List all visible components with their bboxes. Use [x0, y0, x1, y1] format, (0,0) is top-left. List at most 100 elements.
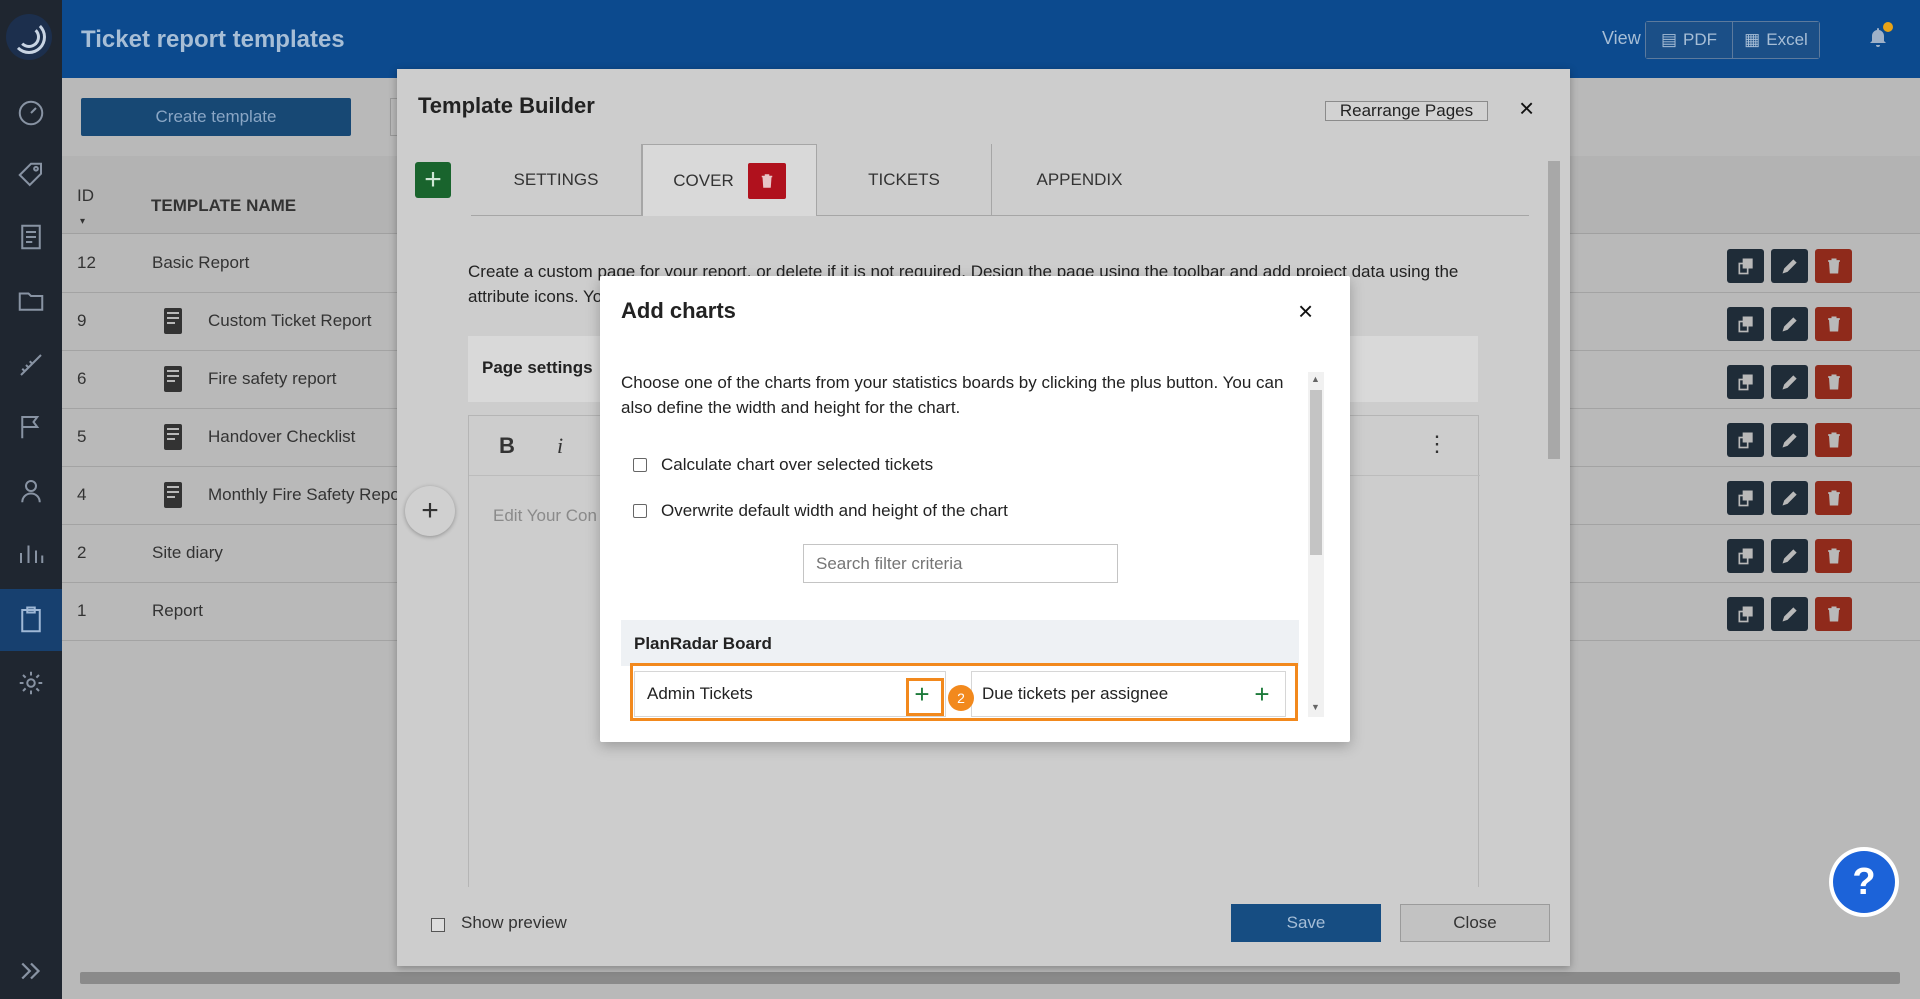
trash-icon[interactable]	[1815, 423, 1852, 457]
scroll-up-icon[interactable]: ▲	[1311, 374, 1320, 384]
copy-icon[interactable]	[1727, 365, 1764, 399]
builder-footer: Show preview Save Close	[397, 887, 1570, 966]
ruler-icon[interactable]	[12, 346, 50, 384]
builder-scrollbar[interactable]	[1547, 149, 1561, 887]
save-button[interactable]: Save	[1231, 904, 1381, 942]
export-pdf-label: PDF	[1683, 30, 1718, 49]
tab-settings[interactable]: SETTINGS	[471, 144, 642, 216]
chart-icon[interactable]	[12, 534, 50, 572]
copy-icon[interactable]	[1727, 423, 1764, 457]
help-button[interactable]: ?	[1833, 851, 1895, 913]
edit-icon[interactable]	[1771, 423, 1808, 457]
scroll-down-icon[interactable]: ▼	[1311, 702, 1320, 712]
sidebar	[0, 0, 62, 999]
create-template-button[interactable]: Create template	[81, 98, 351, 136]
document-icon	[162, 365, 184, 393]
document-icon	[162, 481, 184, 509]
row-name: Monthly Fire Safety Repo	[208, 485, 400, 504]
overwrite-label: Overwrite default width and height of th…	[661, 501, 1008, 520]
board-header: PlanRadar Board	[621, 620, 1299, 666]
edit-icon[interactable]	[1771, 365, 1808, 399]
search-input[interactable]	[803, 544, 1118, 583]
add-element-button[interactable]: +	[405, 486, 455, 536]
plus-icon: +	[424, 163, 442, 196]
copy-icon[interactable]	[1727, 539, 1764, 573]
trash-icon[interactable]	[1815, 481, 1852, 515]
copy-icon[interactable]	[1727, 249, 1764, 283]
plus-highlight-box	[906, 678, 944, 716]
export-group: ▤ PDF ▦ Excel	[1645, 21, 1820, 59]
report-icon[interactable]	[12, 218, 50, 256]
row-name: Custom Ticket Report	[208, 311, 372, 330]
trash-icon[interactable]	[1815, 539, 1852, 573]
row-actions	[1727, 307, 1852, 341]
show-preview-label: Show preview	[461, 913, 567, 932]
scroll-thumb[interactable]	[1548, 161, 1560, 459]
tab-tickets[interactable]: TICKETS	[817, 144, 992, 216]
close-icon[interactable]: ×	[1298, 296, 1313, 327]
builder-tabs: SETTINGS COVER TICKETS APPENDIX	[471, 144, 1529, 216]
row-id: 9	[77, 311, 87, 330]
close-button[interactable]: Close	[1400, 904, 1550, 942]
user-icon[interactable]	[12, 472, 50, 510]
row-actions	[1727, 539, 1852, 573]
trash-icon[interactable]	[1815, 249, 1852, 283]
folder-icon[interactable]	[12, 282, 50, 320]
document-icon	[162, 307, 184, 335]
column-id-header[interactable]: ID	[77, 186, 94, 206]
tag-icon[interactable]	[12, 156, 50, 194]
edit-icon[interactable]	[1771, 539, 1808, 573]
copy-icon[interactable]	[1727, 597, 1764, 631]
rearrange-pages-button[interactable]: Rearrange Pages	[1325, 101, 1488, 121]
trash-icon[interactable]	[1815, 365, 1852, 399]
edit-icon[interactable]	[1771, 597, 1808, 631]
overwrite-option[interactable]: Overwrite default width and height of th…	[633, 501, 1008, 521]
overwrite-checkbox[interactable]	[633, 504, 647, 518]
add-page-button[interactable]: +	[415, 162, 451, 198]
more-options-icon[interactable]: ⋮	[1426, 431, 1448, 457]
step-badge: 2	[948, 685, 974, 711]
show-preview-checkbox[interactable]	[431, 918, 445, 932]
export-excel-label: Excel	[1766, 30, 1808, 49]
page-settings-label: Page settings	[482, 358, 593, 377]
export-excel-button[interactable]: ▦ Excel	[1732, 22, 1819, 58]
add-charts-modal: Add charts × Choose one of the charts fr…	[600, 276, 1350, 742]
calculate-option[interactable]: Calculate chart over selected tickets	[633, 455, 933, 475]
copy-icon[interactable]	[1727, 481, 1764, 515]
editor-placeholder: Edit Your Con	[493, 506, 597, 525]
row-id: 2	[77, 543, 87, 562]
trash-icon[interactable]	[1815, 307, 1852, 341]
row-id: 6	[77, 369, 87, 388]
logo-icon[interactable]	[6, 14, 52, 60]
close-icon[interactable]: ×	[1519, 93, 1539, 123]
row-id: 4	[77, 485, 87, 504]
plus-icon: +	[421, 494, 439, 527]
scroll-thumb[interactable]	[1310, 390, 1322, 555]
column-name-header[interactable]: TEMPLATE NAME	[151, 196, 296, 216]
flag-icon[interactable]	[12, 408, 50, 446]
bold-button[interactable]: B	[499, 433, 515, 459]
tab-appendix[interactable]: APPENDIX	[992, 144, 1167, 216]
trash-icon[interactable]	[1815, 597, 1852, 631]
clipboard-icon[interactable]	[12, 601, 50, 639]
copy-icon[interactable]	[1727, 307, 1764, 341]
settings-icon[interactable]	[12, 664, 50, 702]
modal-scrollbar[interactable]: ▲ ▼	[1308, 372, 1324, 717]
row-name: Basic Report	[152, 253, 250, 272]
row-name: Fire safety report	[208, 369, 337, 388]
expand-icon[interactable]	[12, 952, 50, 990]
export-pdf-button[interactable]: ▤ PDF	[1646, 22, 1732, 58]
sort-down-icon[interactable]: ▾	[80, 216, 85, 227]
edit-icon[interactable]	[1771, 307, 1808, 341]
italic-button[interactable]: i	[557, 433, 563, 459]
tab-cover[interactable]: COVER	[642, 144, 817, 216]
edit-icon[interactable]	[1771, 481, 1808, 515]
calculate-checkbox[interactable]	[633, 458, 647, 472]
board-name: PlanRadar Board	[634, 634, 772, 653]
modal-title: Add charts	[621, 298, 736, 323]
trash-icon[interactable]	[747, 162, 786, 199]
edit-icon[interactable]	[1771, 249, 1808, 283]
dashboard-icon[interactable]	[12, 94, 50, 132]
horizontal-scrollbar[interactable]	[80, 972, 1900, 984]
row-name: Report	[152, 601, 204, 620]
